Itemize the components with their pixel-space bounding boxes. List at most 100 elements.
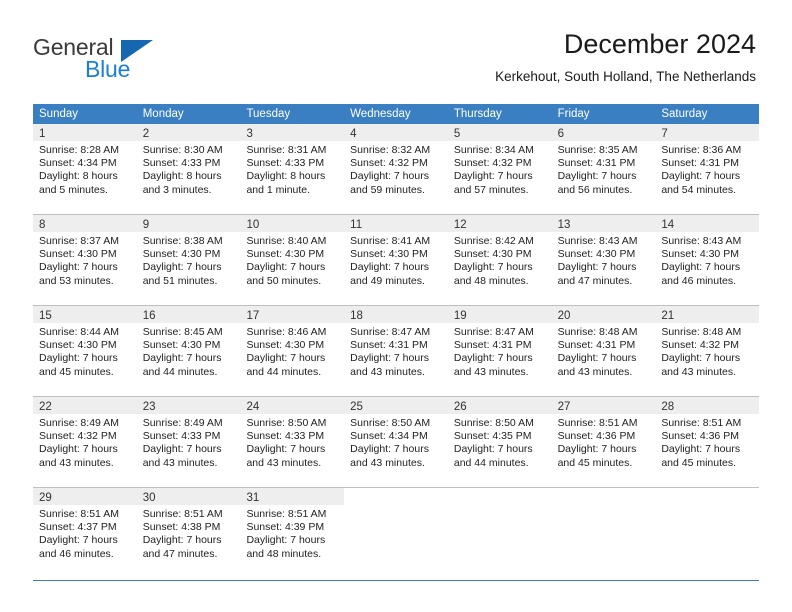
day-number: 10 bbox=[246, 219, 260, 231]
day-number: 16 bbox=[142, 310, 156, 322]
day-sunrise-text: Sunrise: 8:50 AM bbox=[453, 417, 534, 429]
day-sunset-text: Sunset: 4:30 PM bbox=[39, 248, 117, 261]
day-number: 2 bbox=[142, 128, 150, 140]
calendar-day-cell[interactable]: 13 Sunrise: 8:43 AM Sunset: 4:30 PM Dayligh… bbox=[551, 215, 656, 305]
day-sunset-text: Sunset: 4:30 PM bbox=[142, 339, 221, 352]
calendar-day-cell[interactable]: 29 Sunrise: 8:51 AM Sunset: 4:37 PM Dayligh… bbox=[33, 488, 137, 580]
calendar-day-cell[interactable]: 25 Sunrise: 8:50 AM Sunset: 4:34 PM Dayligh… bbox=[344, 397, 448, 487]
day-details: Sunrise: 8:50 AM Sunset: 4:34 PM Daylight:… bbox=[344, 414, 448, 470]
calendar-day-cell[interactable]: 2 Sunrise: 8:30 AM Sunset: 4:33 PM Daylight… bbox=[136, 124, 241, 214]
calendar-week-row: 8 Sunrise: 8:37 AM Sunset: 4:30 PM Daylight… bbox=[33, 215, 760, 306]
day-sunrise-text: Sunrise: 8:51 AM bbox=[661, 417, 742, 429]
day-details: Sunrise: 8:34 AM Sunset: 4:32 PM Daylight:… bbox=[448, 141, 552, 197]
day-sunset-text: Sunset: 4:31 PM bbox=[350, 339, 428, 352]
day-sunset-text: Sunset: 4:31 PM bbox=[453, 339, 532, 352]
day-daylight-line1-text: Daylight: 7 hours bbox=[661, 170, 741, 183]
day-details bbox=[655, 505, 759, 508]
day-number: 29 bbox=[39, 492, 52, 504]
calendar-day-cell[interactable]: 3 Sunrise: 8:31 AM Sunset: 4:33 PM Daylight… bbox=[240, 124, 345, 214]
calendar-day-cell[interactable]: 24 Sunrise: 8:50 AM Sunset: 4:33 PM Dayligh… bbox=[240, 397, 345, 487]
day-sunrise-text: Sunrise: 8:43 AM bbox=[557, 235, 638, 247]
day-details: Sunrise: 8:48 AM Sunset: 4:31 PM Daylight:… bbox=[552, 323, 656, 379]
day-sunrise-text: Sunrise: 8:28 AM bbox=[39, 144, 119, 156]
day-number-bar: 12 bbox=[447, 215, 552, 232]
calendar-day-cell[interactable]: 21 Sunrise: 8:48 AM Sunset: 4:32 PM Dayligh… bbox=[655, 306, 760, 396]
weekday-header-saturday: Saturday bbox=[661, 108, 708, 120]
day-number-bar: 18 bbox=[344, 306, 448, 323]
day-daylight-line2-text: and 5 minutes. bbox=[39, 183, 108, 196]
day-daylight-line1-text: Daylight: 7 hours bbox=[453, 352, 533, 365]
day-number: 24 bbox=[246, 401, 260, 413]
calendar-day-cell[interactable]: 22 Sunrise: 8:49 AM Sunset: 4:32 PM Dayligh… bbox=[33, 397, 137, 487]
day-daylight-line1-text: Daylight: 7 hours bbox=[246, 534, 326, 547]
day-sunrise-text: Sunrise: 8:50 AM bbox=[350, 417, 431, 429]
day-sunrise-text: Sunrise: 8:30 AM bbox=[142, 144, 223, 156]
day-number: 15 bbox=[39, 310, 52, 322]
calendar-day-cell[interactable]: 18 Sunrise: 8:47 AM Sunset: 4:31 PM Dayligh… bbox=[344, 306, 448, 396]
day-details: Sunrise: 8:32 AM Sunset: 4:32 PM Daylight:… bbox=[344, 141, 448, 197]
day-number: 3 bbox=[246, 128, 253, 140]
calendar-day-cell[interactable]: 9 Sunrise: 8:38 AM Sunset: 4:30 PM Daylight… bbox=[136, 215, 241, 305]
day-sunrise-text: Sunrise: 8:37 AM bbox=[39, 235, 119, 247]
day-daylight-line2-text: and 43 minutes. bbox=[661, 365, 737, 378]
calendar-day-cell[interactable]: 27 Sunrise: 8:51 AM Sunset: 4:36 PM Dayligh… bbox=[551, 397, 656, 487]
calendar-day-cell[interactable]: 4 Sunrise: 8:32 AM Sunset: 4:32 PM Daylight… bbox=[344, 124, 448, 214]
day-daylight-line2-text: and 45 minutes. bbox=[661, 456, 737, 469]
day-daylight-line1-text: Daylight: 7 hours bbox=[661, 261, 741, 274]
calendar-day-cell[interactable]: 10 Sunrise: 8:40 AM Sunset: 4:30 PM Dayligh… bbox=[240, 215, 345, 305]
calendar-grid: Sunday Monday Tuesday Wednesday Thursday Frid… bbox=[33, 104, 760, 581]
day-sunset-text: Sunset: 4:31 PM bbox=[557, 339, 636, 352]
day-daylight-line1-text: Daylight: 7 hours bbox=[453, 170, 533, 183]
calendar-day-cell[interactable]: 20 Sunrise: 8:48 AM Sunset: 4:31 PM Dayligh… bbox=[551, 306, 656, 396]
day-number-bar bbox=[447, 488, 552, 505]
day-details: Sunrise: 8:43 AM Sunset: 4:30 PM Daylight:… bbox=[552, 232, 656, 288]
calendar-day-cell[interactable]: 31 Sunrise: 8:51 AM Sunset: 4:39 PM Dayligh… bbox=[240, 488, 345, 580]
day-number-bar: 17 bbox=[240, 306, 345, 323]
day-daylight-line1-text: Daylight: 7 hours bbox=[246, 443, 326, 456]
calendar-day-cell[interactable]: 17 Sunrise: 8:46 AM Sunset: 4:30 PM Dayligh… bbox=[240, 306, 345, 396]
day-details: Sunrise: 8:36 AM Sunset: 4:31 PM Daylight:… bbox=[655, 141, 759, 197]
day-daylight-line1-text: Daylight: 7 hours bbox=[142, 352, 222, 365]
day-number: 4 bbox=[350, 128, 357, 140]
day-number-bar bbox=[344, 488, 448, 505]
calendar-day-cell[interactable]: 19 Sunrise: 8:47 AM Sunset: 4:31 PM Dayligh… bbox=[447, 306, 552, 396]
calendar-day-cell[interactable]: 23 Sunrise: 8:49 AM Sunset: 4:33 PM Dayligh… bbox=[136, 397, 241, 487]
calendar-day-cell-empty bbox=[551, 488, 656, 580]
calendar-week-row: 15 Sunrise: 8:44 AM Sunset: 4:30 PM Dayligh… bbox=[33, 306, 760, 397]
day-number-bar: 21 bbox=[655, 306, 760, 323]
calendar-day-cell[interactable]: 12 Sunrise: 8:42 AM Sunset: 4:30 PM Dayligh… bbox=[447, 215, 552, 305]
day-daylight-line2-text: and 48 minutes. bbox=[453, 274, 529, 287]
general-blue-logo[interactable]: General Blue bbox=[33, 34, 213, 84]
calendar-day-cell[interactable]: 5 Sunrise: 8:34 AM Sunset: 4:32 PM Daylight… bbox=[447, 124, 552, 214]
calendar-day-cell[interactable]: 14 Sunrise: 8:43 AM Sunset: 4:30 PM Dayligh… bbox=[655, 215, 760, 305]
day-number: 26 bbox=[453, 401, 467, 413]
day-number-bar: 5 bbox=[447, 124, 552, 141]
day-sunrise-text: Sunrise: 8:48 AM bbox=[557, 326, 638, 338]
calendar-day-cell[interactable]: 8 Sunrise: 8:37 AM Sunset: 4:30 PM Daylight… bbox=[33, 215, 137, 305]
calendar-day-cell[interactable]: 6 Sunrise: 8:35 AM Sunset: 4:31 PM Daylight… bbox=[551, 124, 656, 214]
calendar-day-cell[interactable]: 26 Sunrise: 8:50 AM Sunset: 4:35 PM Dayligh… bbox=[447, 397, 552, 487]
day-daylight-line1-text: Daylight: 7 hours bbox=[142, 443, 222, 456]
day-details: Sunrise: 8:45 AM Sunset: 4:30 PM Daylight:… bbox=[137, 323, 241, 379]
day-daylight-line2-text: and 46 minutes. bbox=[661, 274, 737, 287]
day-sunset-text: Sunset: 4:32 PM bbox=[39, 430, 117, 443]
day-number: 5 bbox=[453, 128, 461, 140]
day-number-bar: 10 bbox=[240, 215, 345, 232]
day-number-bar: 6 bbox=[551, 124, 656, 141]
day-daylight-line1-text: Daylight: 7 hours bbox=[557, 261, 637, 274]
day-details: Sunrise: 8:49 AM Sunset: 4:32 PM Daylight:… bbox=[33, 414, 137, 470]
day-details: Sunrise: 8:47 AM Sunset: 4:31 PM Daylight:… bbox=[448, 323, 552, 379]
day-daylight-line2-text: and 45 minutes. bbox=[557, 456, 633, 469]
day-sunrise-text: Sunrise: 8:51 AM bbox=[39, 508, 119, 520]
day-sunset-text: Sunset: 4:36 PM bbox=[661, 430, 739, 443]
day-daylight-line1-text: Daylight: 7 hours bbox=[350, 352, 429, 365]
calendar-day-cell[interactable]: 28 Sunrise: 8:51 AM Sunset: 4:36 PM Dayligh… bbox=[655, 397, 760, 487]
calendar-day-cell[interactable]: 16 Sunrise: 8:45 AM Sunset: 4:30 PM Dayligh… bbox=[136, 306, 241, 396]
calendar-day-cell[interactable]: 30 Sunrise: 8:51 AM Sunset: 4:38 PM Dayligh… bbox=[136, 488, 241, 580]
calendar-day-cell[interactable]: 15 Sunrise: 8:44 AM Sunset: 4:30 PM Dayligh… bbox=[33, 306, 137, 396]
day-number-bar: 4 bbox=[344, 124, 448, 141]
calendar-day-cell[interactable]: 11 Sunrise: 8:41 AM Sunset: 4:30 PM Dayligh… bbox=[344, 215, 448, 305]
calendar-day-cell[interactable]: 7 Sunrise: 8:36 AM Sunset: 4:31 PM Daylight… bbox=[655, 124, 760, 214]
calendar-day-cell[interactable]: 1 Sunrise: 8:28 AM Sunset: 4:34 PM Daylight… bbox=[33, 124, 137, 214]
day-sunset-text: Sunset: 4:34 PM bbox=[350, 430, 428, 443]
